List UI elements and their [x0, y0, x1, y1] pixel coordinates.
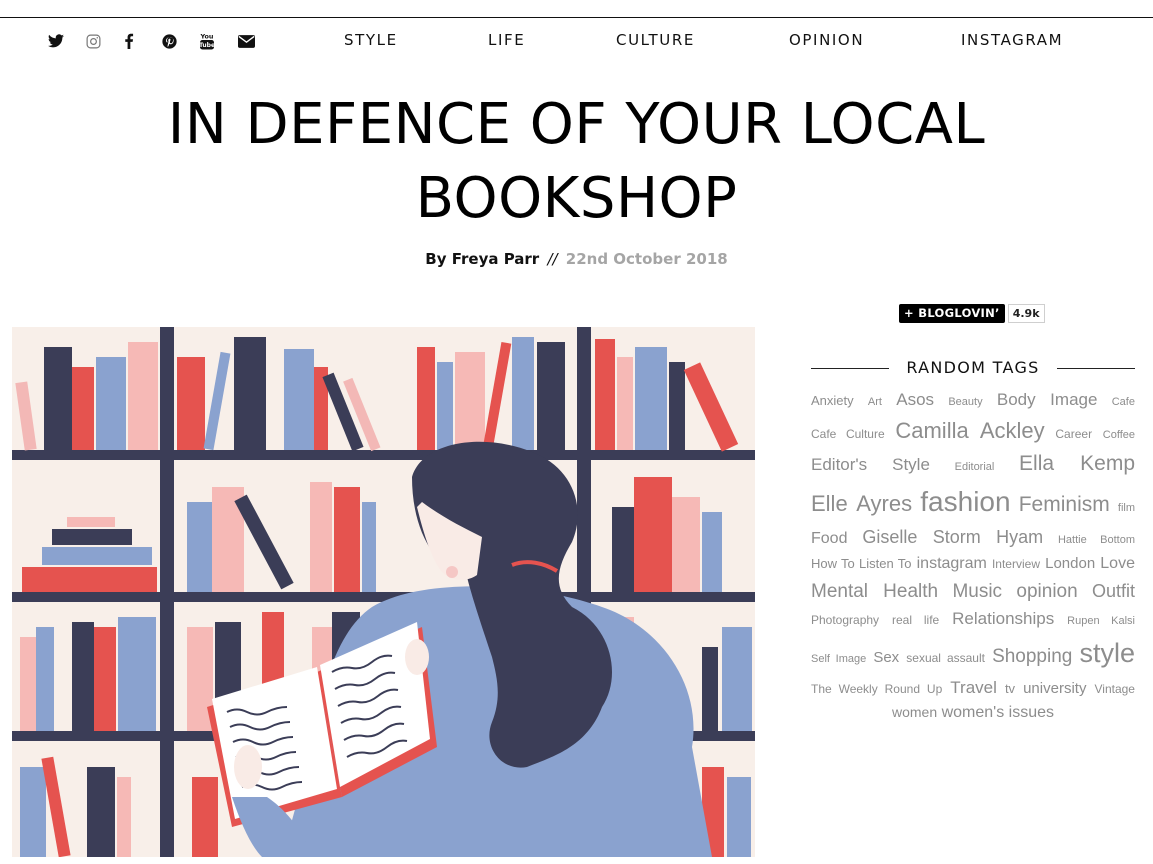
tag-link[interactable]: Sex	[873, 649, 899, 666]
tag-link[interactable]: Rupen Kalsi	[1067, 615, 1135, 627]
bloglovin-widget: + BLOGLOVIN’ 4.9k	[899, 304, 1045, 323]
top-rule	[0, 17, 1153, 18]
heading-rule-right	[1057, 368, 1135, 369]
tag-link[interactable]: Camilla Ackley	[895, 418, 1044, 443]
tag-link[interactable]: Self Image	[811, 653, 866, 665]
byline-separator: //	[547, 250, 558, 268]
tag-link[interactable]: Editor's Style	[811, 455, 930, 474]
tag-link[interactable]: The Weekly Round Up	[811, 682, 942, 696]
tag-link[interactable]: Beauty	[948, 396, 982, 408]
tag-link[interactable]: Food	[811, 530, 847, 547]
tag-link[interactable]: Cafe	[1112, 396, 1135, 408]
tag-cloud: Anxiety Art Asos Beauty Body Image Cafe …	[811, 387, 1135, 726]
tag-link[interactable]: opinion	[1016, 581, 1077, 602]
tag-link[interactable]: Music	[952, 581, 1002, 602]
bloglovin-label: BLOGLOVIN’	[918, 306, 1000, 320]
tag-link[interactable]: Mental Health	[811, 581, 938, 602]
tag-link[interactable]: Asos	[896, 390, 934, 409]
bloglovin-count: 4.9k	[1007, 304, 1045, 323]
tag-link[interactable]: fashion	[920, 486, 1010, 517]
tag-link[interactable]: Anxiety	[811, 393, 854, 408]
tag-link[interactable]: university	[1023, 680, 1086, 697]
post-date: 22nd October 2018	[565, 250, 728, 268]
bloglovin-follow-button[interactable]: + BLOGLOVIN’	[899, 304, 1005, 323]
tag-link[interactable]: Art	[868, 396, 882, 408]
tag-link[interactable]: Ella Kemp	[1019, 452, 1135, 475]
tag-link[interactable]: instagram	[917, 555, 987, 572]
author-link[interactable]: By Freya Parr	[425, 250, 539, 268]
tag-link[interactable]: real life	[892, 613, 939, 627]
tag-link[interactable]: women	[892, 704, 937, 720]
tag-link[interactable]: Editorial	[955, 461, 995, 473]
tag-link[interactable]: Shopping	[992, 646, 1072, 667]
tag-link[interactable]: How To Listen To	[811, 556, 912, 571]
tag-link[interactable]: Vintage	[1094, 682, 1134, 696]
tag-link[interactable]: Cafe Culture	[811, 427, 885, 441]
hero-illustration[interactable]	[12, 327, 755, 857]
tag-link[interactable]: tv	[1005, 681, 1015, 696]
tag-link[interactable]: Travel	[950, 678, 997, 697]
tag-link[interactable]: Career	[1055, 427, 1092, 441]
random-tags-heading: RANDOM TAGS	[811, 356, 1135, 380]
nav-culture[interactable]: CULTURE	[616, 31, 695, 49]
nav-instagram[interactable]: INSTAGRAM	[961, 31, 1063, 49]
tag-link[interactable]: film	[1118, 502, 1135, 514]
tag-link[interactable]: style	[1079, 638, 1135, 668]
tag-link[interactable]: Giselle Storm Hyam	[862, 527, 1043, 547]
tag-link[interactable]: sexual assault	[906, 651, 985, 665]
article-title: IN DEFENCE OF YOUR LOCAL BOOKSHOP	[167, 92, 986, 231]
tag-link[interactable]: London	[1045, 555, 1095, 572]
tag-link[interactable]: women's issues	[942, 704, 1054, 721]
tag-link[interactable]: Relationships	[952, 609, 1054, 628]
main-nav: STYLE LIFE CULTURE OPINION INSTAGRAM	[0, 31, 1153, 51]
nav-life[interactable]: LIFE	[488, 31, 525, 49]
tag-link[interactable]: Coffee	[1103, 429, 1135, 441]
nav-style[interactable]: STYLE	[344, 31, 398, 49]
tag-link[interactable]: Body Image	[997, 390, 1098, 409]
tag-link[interactable]: Interview	[992, 557, 1040, 571]
tag-link[interactable]: Hattie Bottom	[1058, 534, 1135, 546]
tag-link[interactable]: Elle Ayres	[811, 491, 912, 516]
nav-opinion[interactable]: OPINION	[789, 31, 864, 49]
tag-link[interactable]: Outfit	[1092, 581, 1135, 601]
tag-link[interactable]: Love	[1100, 555, 1135, 572]
tag-link[interactable]: Feminism	[1019, 493, 1110, 516]
byline: By Freya Parr // 22nd October 2018	[0, 250, 1153, 268]
tag-link[interactable]: Photography	[811, 613, 879, 627]
